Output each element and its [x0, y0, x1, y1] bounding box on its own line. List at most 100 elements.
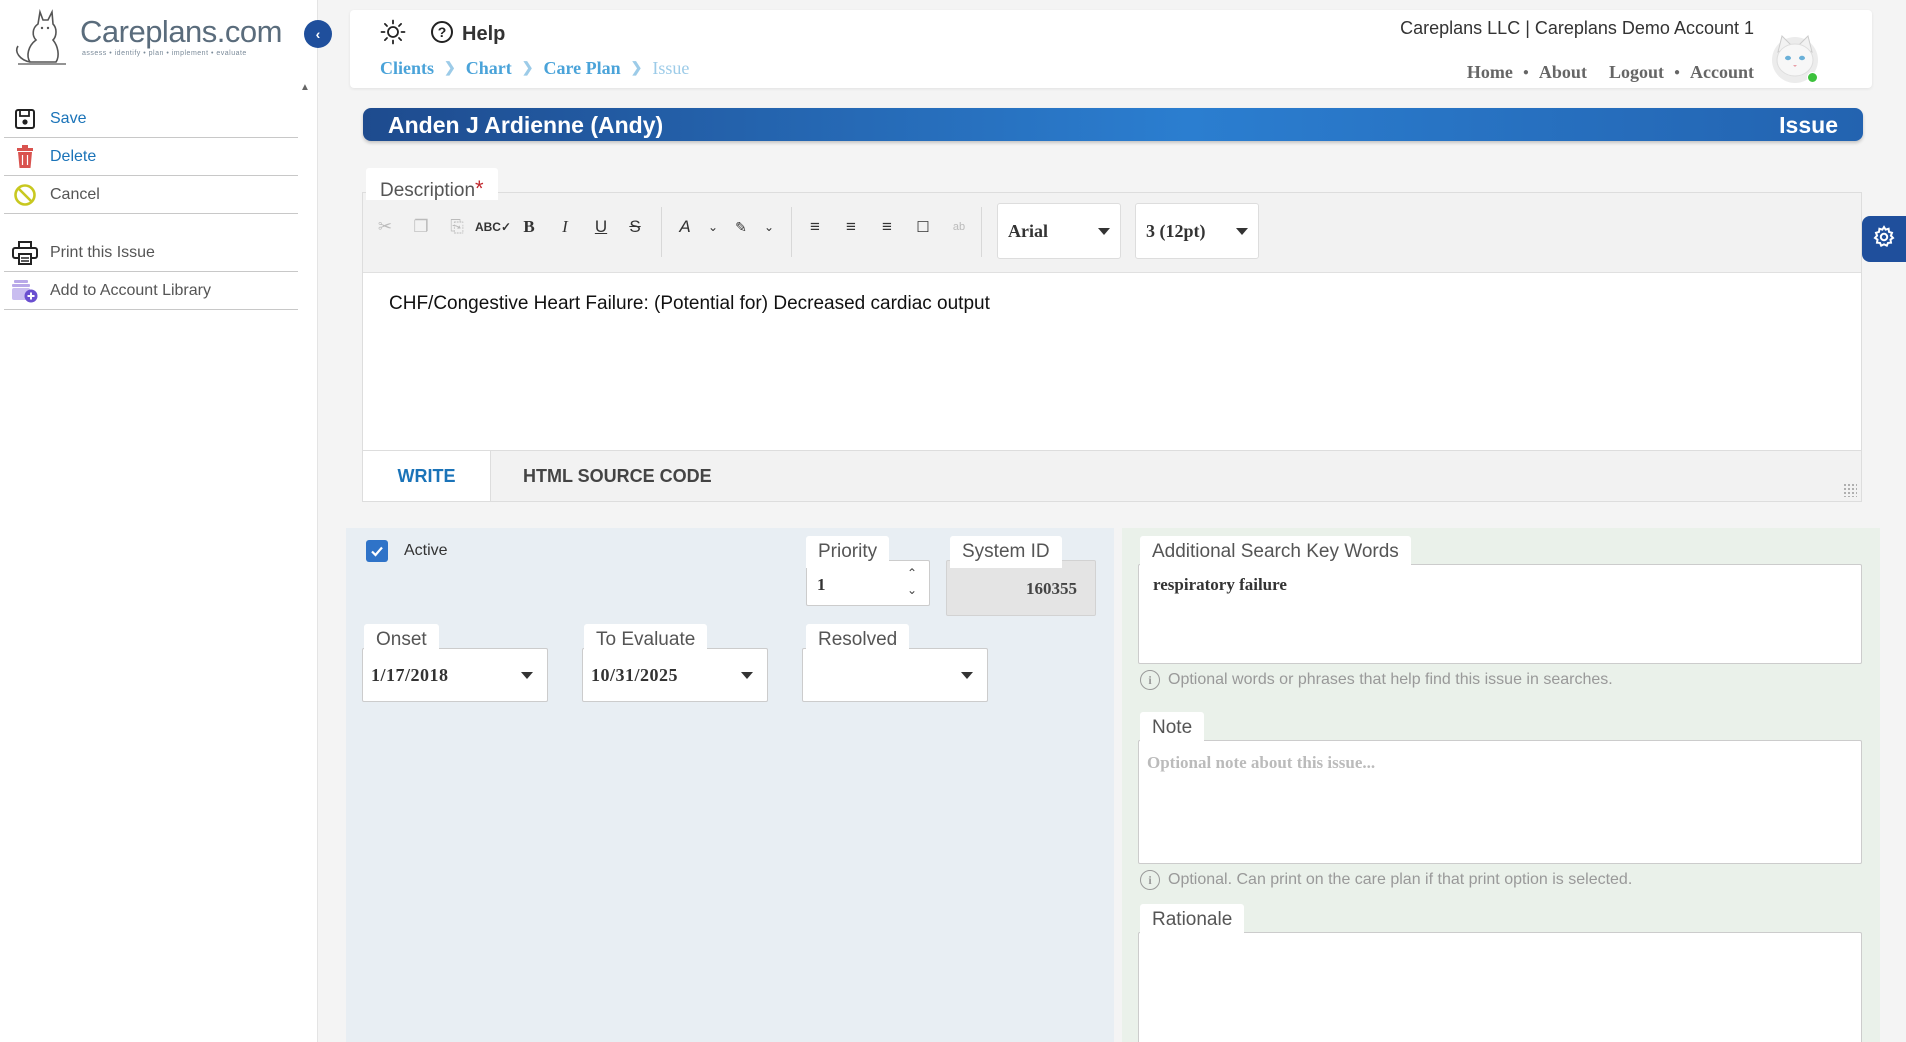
nav-logout[interactable]: Logout: [1609, 62, 1664, 83]
spellcheck-icon[interactable]: ABC✓: [475, 213, 511, 241]
resolved-date-select[interactable]: [802, 648, 988, 702]
breadcrumb: Clients ❯ Chart ❯ Care Plan ❯ Issue: [380, 58, 689, 79]
keywords-label: Additional Search Key Words: [1140, 536, 1411, 568]
priority-label: Priority: [806, 536, 890, 568]
bold-icon[interactable]: B: [515, 213, 543, 241]
breadcrumb-care-plan[interactable]: Care Plan: [543, 58, 620, 79]
active-label: Active: [404, 542, 448, 559]
page-type: Issue: [1779, 112, 1838, 138]
strikethrough-icon[interactable]: S: [621, 213, 649, 241]
brand-tagline: assess • identify • plan • implement • e…: [82, 50, 247, 57]
issue-fields-panel: Active Priority 1 ⌃ ⌄ System ID 160355 On…: [346, 528, 1114, 1042]
top-header: ? Help Clients ❯ Chart ❯ Care Plan ❯ Iss…: [350, 10, 1872, 88]
toolbar-separator: [981, 207, 982, 257]
caret-down-icon: [521, 672, 533, 679]
chevron-right-icon: ❯: [521, 61, 534, 76]
chevron-down-icon[interactable]: ⌄: [755, 213, 783, 241]
sidebar-item-label: Save: [50, 109, 87, 127]
align-left-icon[interactable]: ≡: [801, 213, 829, 241]
tab-html-source[interactable]: HTML SOURCE CODE: [523, 451, 712, 501]
description-label-text: Description: [380, 180, 476, 201]
note-textarea[interactable]: Optional note about this issue...: [1138, 740, 1862, 864]
record-title-bar: Anden J Ardienne (Andy) Issue: [363, 108, 1863, 141]
info-circle-icon: i: [1140, 670, 1160, 690]
editor-mode-tabs: WRITE HTML SOURCE CODE: [363, 450, 1861, 501]
rationale-textarea[interactable]: [1138, 932, 1862, 1042]
client-name: Anden J Ardienne (Andy): [388, 112, 664, 138]
sidebar: Careplans.com assess • identify • plan •…: [0, 0, 332, 1042]
description-content[interactable]: CHF/Congestive Heart Failure: (Potential…: [389, 293, 990, 315]
font-size-select[interactable]: 3 (12pt): [1135, 203, 1259, 259]
floppy-disk-icon: [10, 106, 40, 132]
sidebar-item-add-to-library[interactable]: Add to Account Library: [4, 272, 298, 310]
resize-grip-icon[interactable]: [1843, 483, 1857, 497]
highlight-color-icon[interactable]: ✎: [727, 213, 755, 241]
chevron-down-icon[interactable]: ⌄: [699, 213, 727, 241]
to-evaluate-label: To Evaluate: [584, 624, 708, 656]
align-right-icon[interactable]: ≡: [873, 213, 901, 241]
chevron-right-icon: ❯: [630, 61, 643, 76]
description-label: Description*: [366, 168, 498, 201]
system-id-value: 160355: [1026, 579, 1077, 598]
note-label: Note: [1140, 712, 1205, 744]
keywords-value: respiratory failure: [1153, 575, 1287, 594]
description-editor: ✂ ❐ ⎘ ABC✓ B I U S A ⌄ ✎ ⌄ ≡ ≡ ≡ ☐ ab Ar…: [362, 192, 1862, 502]
onset-label: Onset: [364, 624, 439, 656]
breadcrumb-chart[interactable]: Chart: [466, 58, 512, 79]
breadcrumb-clients[interactable]: Clients: [380, 58, 434, 79]
sidebar-item-print[interactable]: Print this Issue: [4, 234, 298, 272]
priority-value: 1: [817, 575, 826, 594]
sidebar-item-cancel[interactable]: Cancel: [4, 176, 298, 214]
paste-icon[interactable]: ⎘: [443, 213, 471, 241]
keywords-hint-text: Optional words or phrases that help find…: [1168, 671, 1613, 688]
editor-toolbar: ✂ ❐ ⎘ ABC✓ B I U S A ⌄ ✎ ⌄ ≡ ≡ ≡ ☐ ab Ar…: [363, 193, 1861, 273]
sidebar-item-label: Delete: [50, 147, 97, 165]
nav-home[interactable]: Home: [1467, 62, 1513, 83]
stepper-arrows-icon[interactable]: ⌃ ⌄: [907, 565, 917, 599]
nav-separator: ●: [1673, 67, 1680, 78]
printer-icon: [10, 240, 40, 266]
help-label: Help: [462, 23, 506, 45]
keywords-hint: i Optional words or phrases that help fi…: [1140, 670, 1613, 690]
to-evaluate-date-select[interactable]: 10/31/2025: [582, 648, 768, 702]
preview-icon[interactable]: ☐: [909, 213, 937, 241]
settings-side-button[interactable]: [1862, 216, 1906, 262]
help-link[interactable]: ? Help: [430, 20, 505, 49]
sidebar-menu: Save Delete Cancel Print this Issue Add: [4, 100, 298, 310]
sidebar-item-delete[interactable]: Delete: [4, 138, 298, 176]
italic-icon[interactable]: I: [551, 213, 579, 241]
sidebar-item-label: Print this Issue: [50, 243, 155, 261]
chevron-left-icon: ‹: [315, 26, 321, 42]
align-center-icon[interactable]: ≡: [837, 213, 865, 241]
onset-date-select[interactable]: 1/17/2018: [362, 648, 548, 702]
keywords-input[interactable]: respiratory failure: [1138, 564, 1862, 664]
font-family-select[interactable]: Arial: [997, 203, 1121, 259]
toolbar-separator: [661, 207, 662, 257]
scroll-up-arrow-icon[interactable]: ▲: [300, 82, 310, 93]
top-nav: Home ● About Logout ● Account: [1467, 62, 1754, 83]
active-checkbox[interactable]: Active: [366, 540, 448, 562]
to-evaluate-value: 10/31/2025: [591, 665, 679, 685]
nav-about[interactable]: About: [1539, 62, 1587, 83]
gear-icon: [1872, 224, 1896, 254]
caret-down-icon: [1236, 227, 1248, 235]
underline-icon[interactable]: U: [587, 213, 615, 241]
text-color-icon[interactable]: A: [671, 213, 699, 241]
cat-logo-icon: [15, 8, 66, 65]
copy-icon[interactable]: ❐: [407, 213, 435, 241]
careplans-logo[interactable]: Careplans.com assess • identify • plan •…: [10, 6, 300, 66]
nav-account[interactable]: Account: [1690, 62, 1754, 83]
spell-suggest-icon[interactable]: ab: [945, 213, 973, 241]
sidebar-item-save[interactable]: Save: [4, 100, 298, 138]
add-library-icon: [10, 278, 40, 304]
cut-icon[interactable]: ✂: [371, 213, 399, 241]
note-placeholder: Optional note about this issue...: [1147, 753, 1376, 772]
account-name: Careplans LLC | Careplans Demo Account 1: [1400, 18, 1754, 38]
onset-value: 1/17/2018: [371, 665, 449, 685]
collapse-sidebar-button[interactable]: ‹: [304, 20, 332, 48]
cancel-circle-icon: [10, 182, 40, 208]
resolved-label: Resolved: [806, 624, 910, 656]
tab-write[interactable]: WRITE: [363, 451, 491, 501]
sidebar-item-label: Add to Account Library: [50, 281, 211, 299]
theme-toggle-sun-icon[interactable]: [380, 19, 406, 50]
